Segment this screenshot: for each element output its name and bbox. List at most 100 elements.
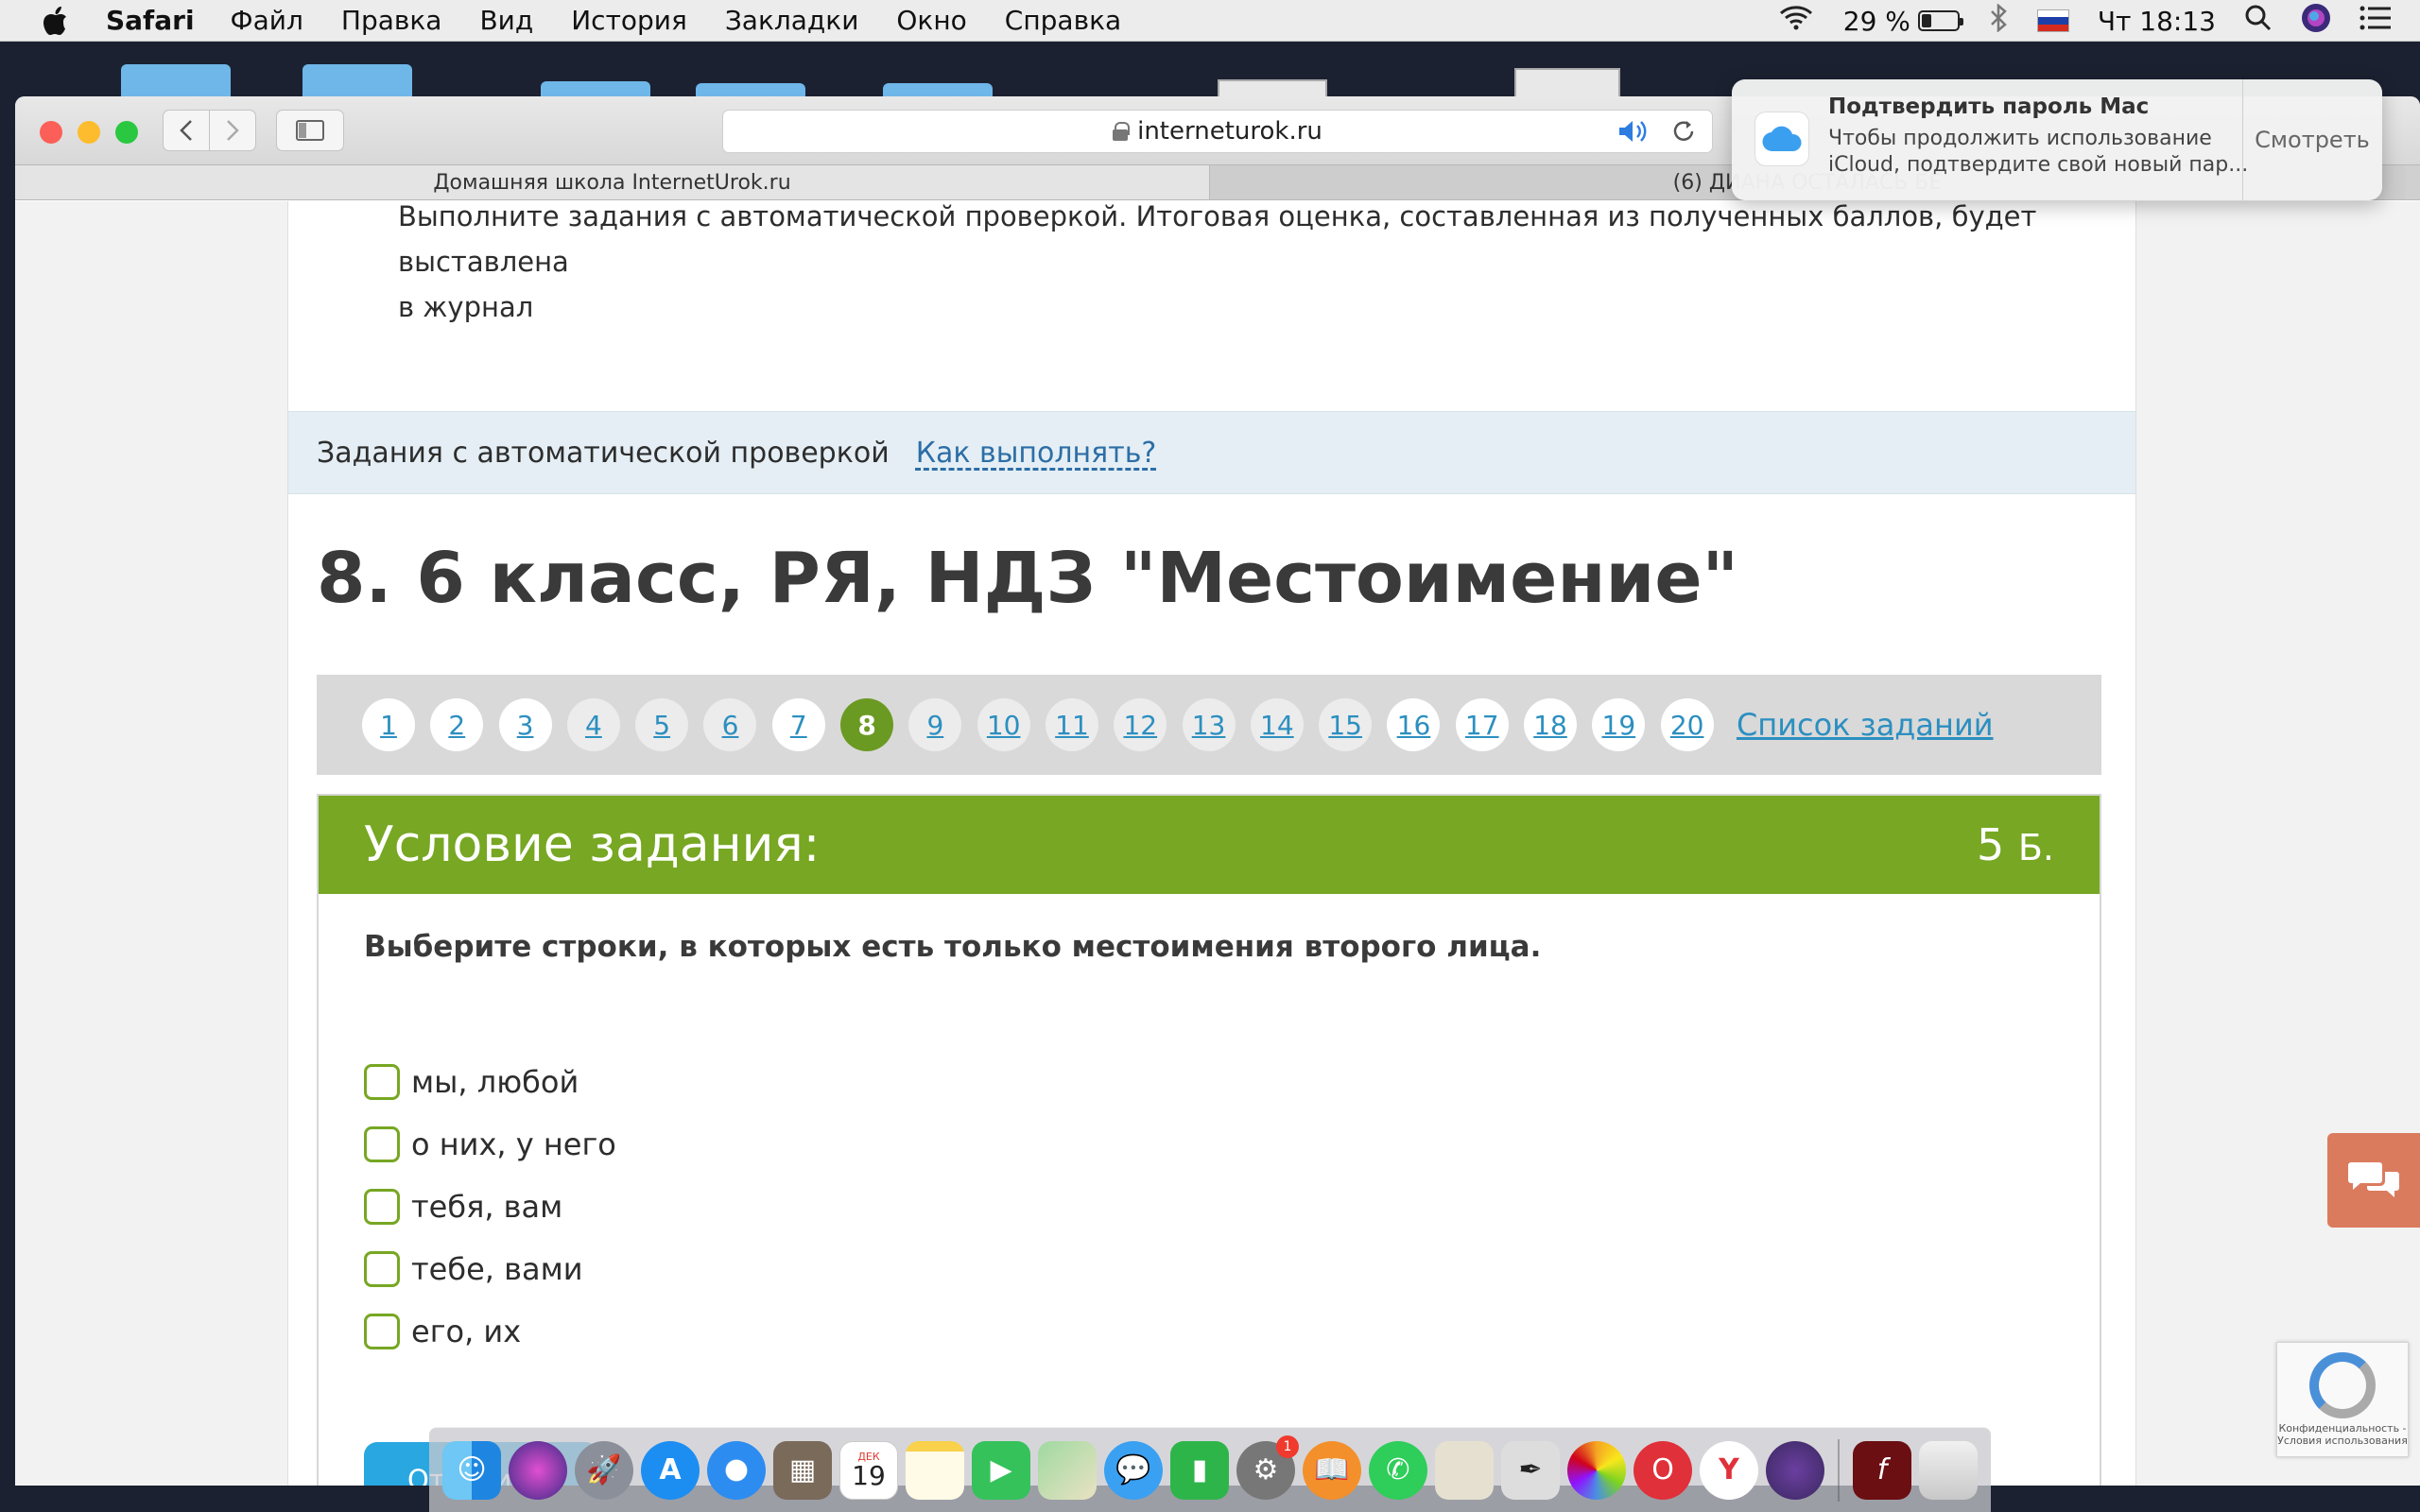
dock: ☺ 🚀 A ▦ ДЕК 19 ▶ 💬 ▮ ⚙ 1 📖 ✆ ✒ O Y f — [429, 1427, 1991, 1512]
intro-line: в журнал — [398, 291, 534, 323]
checkbox[interactable] — [364, 1189, 400, 1225]
menu-edit[interactable]: Правка — [341, 5, 442, 36]
answer-option[interactable]: тебя, вам — [364, 1176, 616, 1238]
wifi-icon[interactable] — [1777, 4, 1815, 39]
pager-item-6[interactable]: 6 — [703, 698, 757, 751]
menu-view[interactable]: Вид — [479, 5, 533, 36]
pager-item-2[interactable]: 2 — [430, 698, 484, 751]
auto-check-bar: Задания с автоматической проверкой Как в… — [288, 411, 2135, 494]
pager-item-10[interactable]: 10 — [977, 698, 1030, 751]
siri-icon[interactable] — [2301, 3, 2331, 40]
pager-item-16[interactable]: 16 — [1387, 698, 1441, 751]
menu-bar: Safari Файл Правка Вид История Закладки … — [0, 0, 2420, 42]
siri-icon[interactable] — [509, 1440, 567, 1500]
tor-browser-icon[interactable] — [1766, 1440, 1824, 1500]
safari-icon[interactable] — [707, 1440, 766, 1500]
forward-button[interactable] — [209, 110, 256, 151]
option-label: о них, у него — [411, 1126, 616, 1162]
pager-item-13[interactable]: 13 — [1182, 698, 1236, 751]
minimize-window-button[interactable] — [78, 121, 100, 144]
notification-center-icon[interactable] — [2360, 5, 2392, 38]
reload-icon[interactable] — [1670, 118, 1697, 151]
zoom-window-button[interactable] — [115, 121, 138, 144]
bluetooth-icon[interactable] — [1988, 2, 2009, 39]
system-preferences-icon[interactable]: ⚙ 1 — [1236, 1435, 1299, 1500]
facetime-icon[interactable]: ▶ — [972, 1440, 1030, 1500]
chevron-right-icon — [227, 120, 239, 141]
apple-icon[interactable] — [36, 5, 74, 37]
notification-badge: 1 — [1276, 1435, 1299, 1458]
pager-item-8[interactable]: 8 — [840, 698, 894, 751]
yandex-browser-icon[interactable]: Y — [1700, 1440, 1758, 1500]
points-value: 5 — [1976, 819, 2005, 870]
pager-item-5[interactable]: 5 — [635, 698, 689, 751]
pager-item-12[interactable]: 12 — [1114, 698, 1167, 751]
pen-tool-icon[interactable]: ✒ — [1501, 1440, 1560, 1500]
close-window-button[interactable] — [40, 121, 62, 144]
pager-item-17[interactable]: 17 — [1455, 698, 1509, 751]
maps-icon[interactable] — [1038, 1440, 1097, 1500]
preview-icon[interactable] — [1435, 1440, 1494, 1500]
how-to-link[interactable]: Как выполнять? — [916, 437, 1157, 470]
checkbox[interactable] — [364, 1251, 400, 1287]
menu-file[interactable]: Файл — [231, 5, 303, 36]
pager-item-14[interactable]: 14 — [1250, 698, 1304, 751]
sidebar-toggle-button[interactable] — [276, 110, 344, 151]
notification-view-button[interactable]: Смотреть — [2242, 79, 2382, 200]
answer-option[interactable]: его, их — [364, 1300, 616, 1363]
flash-player-icon[interactable]: f — [1853, 1440, 1911, 1500]
task-pager: 1 2 3 4 5 6 7 8 9 10 11 12 13 14 15 16 1… — [317, 675, 2101, 775]
ibooks-icon[interactable]: 📖 — [1303, 1440, 1361, 1500]
opera-icon[interactable]: O — [1634, 1440, 1692, 1500]
notes-icon[interactable] — [906, 1440, 964, 1500]
pager-item-20[interactable]: 20 — [1660, 698, 1714, 751]
pager-item-1[interactable]: 1 — [362, 698, 415, 751]
option-label: его, их — [411, 1314, 522, 1349]
calculator-icon[interactable]: ▦ — [773, 1440, 832, 1500]
pager-item-18[interactable]: 18 — [1524, 698, 1578, 751]
checkbox[interactable] — [364, 1064, 400, 1100]
pager-item-4[interactable]: 4 — [566, 698, 620, 751]
intro-text: Выполните задания с автоматической прове… — [398, 194, 2062, 330]
spotlight-search-icon[interactable] — [2244, 4, 2273, 39]
page-content: Выполните задания с автоматической прове… — [287, 200, 2136, 1486]
trash-icon[interactable] — [1919, 1440, 1978, 1500]
menu-bookmarks[interactable]: Закладки — [725, 5, 859, 36]
photos-icon[interactable] — [1567, 1440, 1626, 1500]
icloud-notification[interactable]: Подтвердить пароль Mac Чтобы продолжить … — [1732, 79, 2382, 200]
menu-history[interactable]: История — [571, 5, 687, 36]
messages-icon[interactable]: 💬 — [1104, 1440, 1163, 1500]
recaptcha-badge[interactable]: Конфиденциальность - Условия использован… — [2276, 1342, 2409, 1457]
back-button[interactable] — [163, 110, 210, 151]
pager-item-11[interactable]: 11 — [1045, 698, 1098, 751]
app-store-icon[interactable]: A — [641, 1440, 700, 1500]
launchpad-icon[interactable]: 🚀 — [575, 1440, 633, 1500]
battery-status[interactable]: 29 % — [1843, 6, 1963, 37]
task-list-link[interactable]: Список заданий — [1737, 707, 1994, 743]
menu-window[interactable]: Окно — [896, 5, 966, 36]
numbers-icon[interactable]: ▮ — [1170, 1440, 1229, 1500]
pager-item-7[interactable]: 7 — [771, 698, 825, 751]
whatsapp-icon[interactable]: ✆ — [1369, 1440, 1427, 1500]
finder-icon[interactable]: ☺ — [442, 1440, 501, 1500]
answer-option[interactable]: о них, у него — [364, 1113, 616, 1176]
task-card: Условие задания: 5 Б. Выберите строки, в… — [317, 794, 2101, 1486]
checkbox[interactable] — [364, 1314, 400, 1349]
option-label: мы, любой — [411, 1064, 579, 1100]
app-menu-safari[interactable]: Safari — [106, 5, 195, 36]
chat-button[interactable] — [2327, 1133, 2420, 1228]
pager-item-15[interactable]: 15 — [1319, 698, 1373, 751]
input-source-flag-icon[interactable] — [2036, 9, 2069, 32]
pager-item-9[interactable]: 9 — [908, 698, 962, 751]
answer-option[interactable]: мы, любой — [364, 1051, 616, 1113]
pager-item-3[interactable]: 3 — [498, 698, 552, 751]
answer-option[interactable]: тебе, вами — [364, 1238, 616, 1300]
menu-help[interactable]: Справка — [1005, 5, 1121, 36]
checkbox[interactable] — [364, 1126, 400, 1162]
audio-playing-icon[interactable] — [1617, 118, 1650, 151]
calendar-icon[interactable]: ДЕК 19 — [839, 1440, 898, 1500]
address-bar[interactable]: interneturok.ru — [722, 110, 1713, 153]
pager-item-19[interactable]: 19 — [1592, 698, 1646, 751]
intro-line: Выполните задания с автоматической прове… — [398, 200, 2037, 278]
clock[interactable]: Чт 18:13 — [2098, 6, 2216, 37]
